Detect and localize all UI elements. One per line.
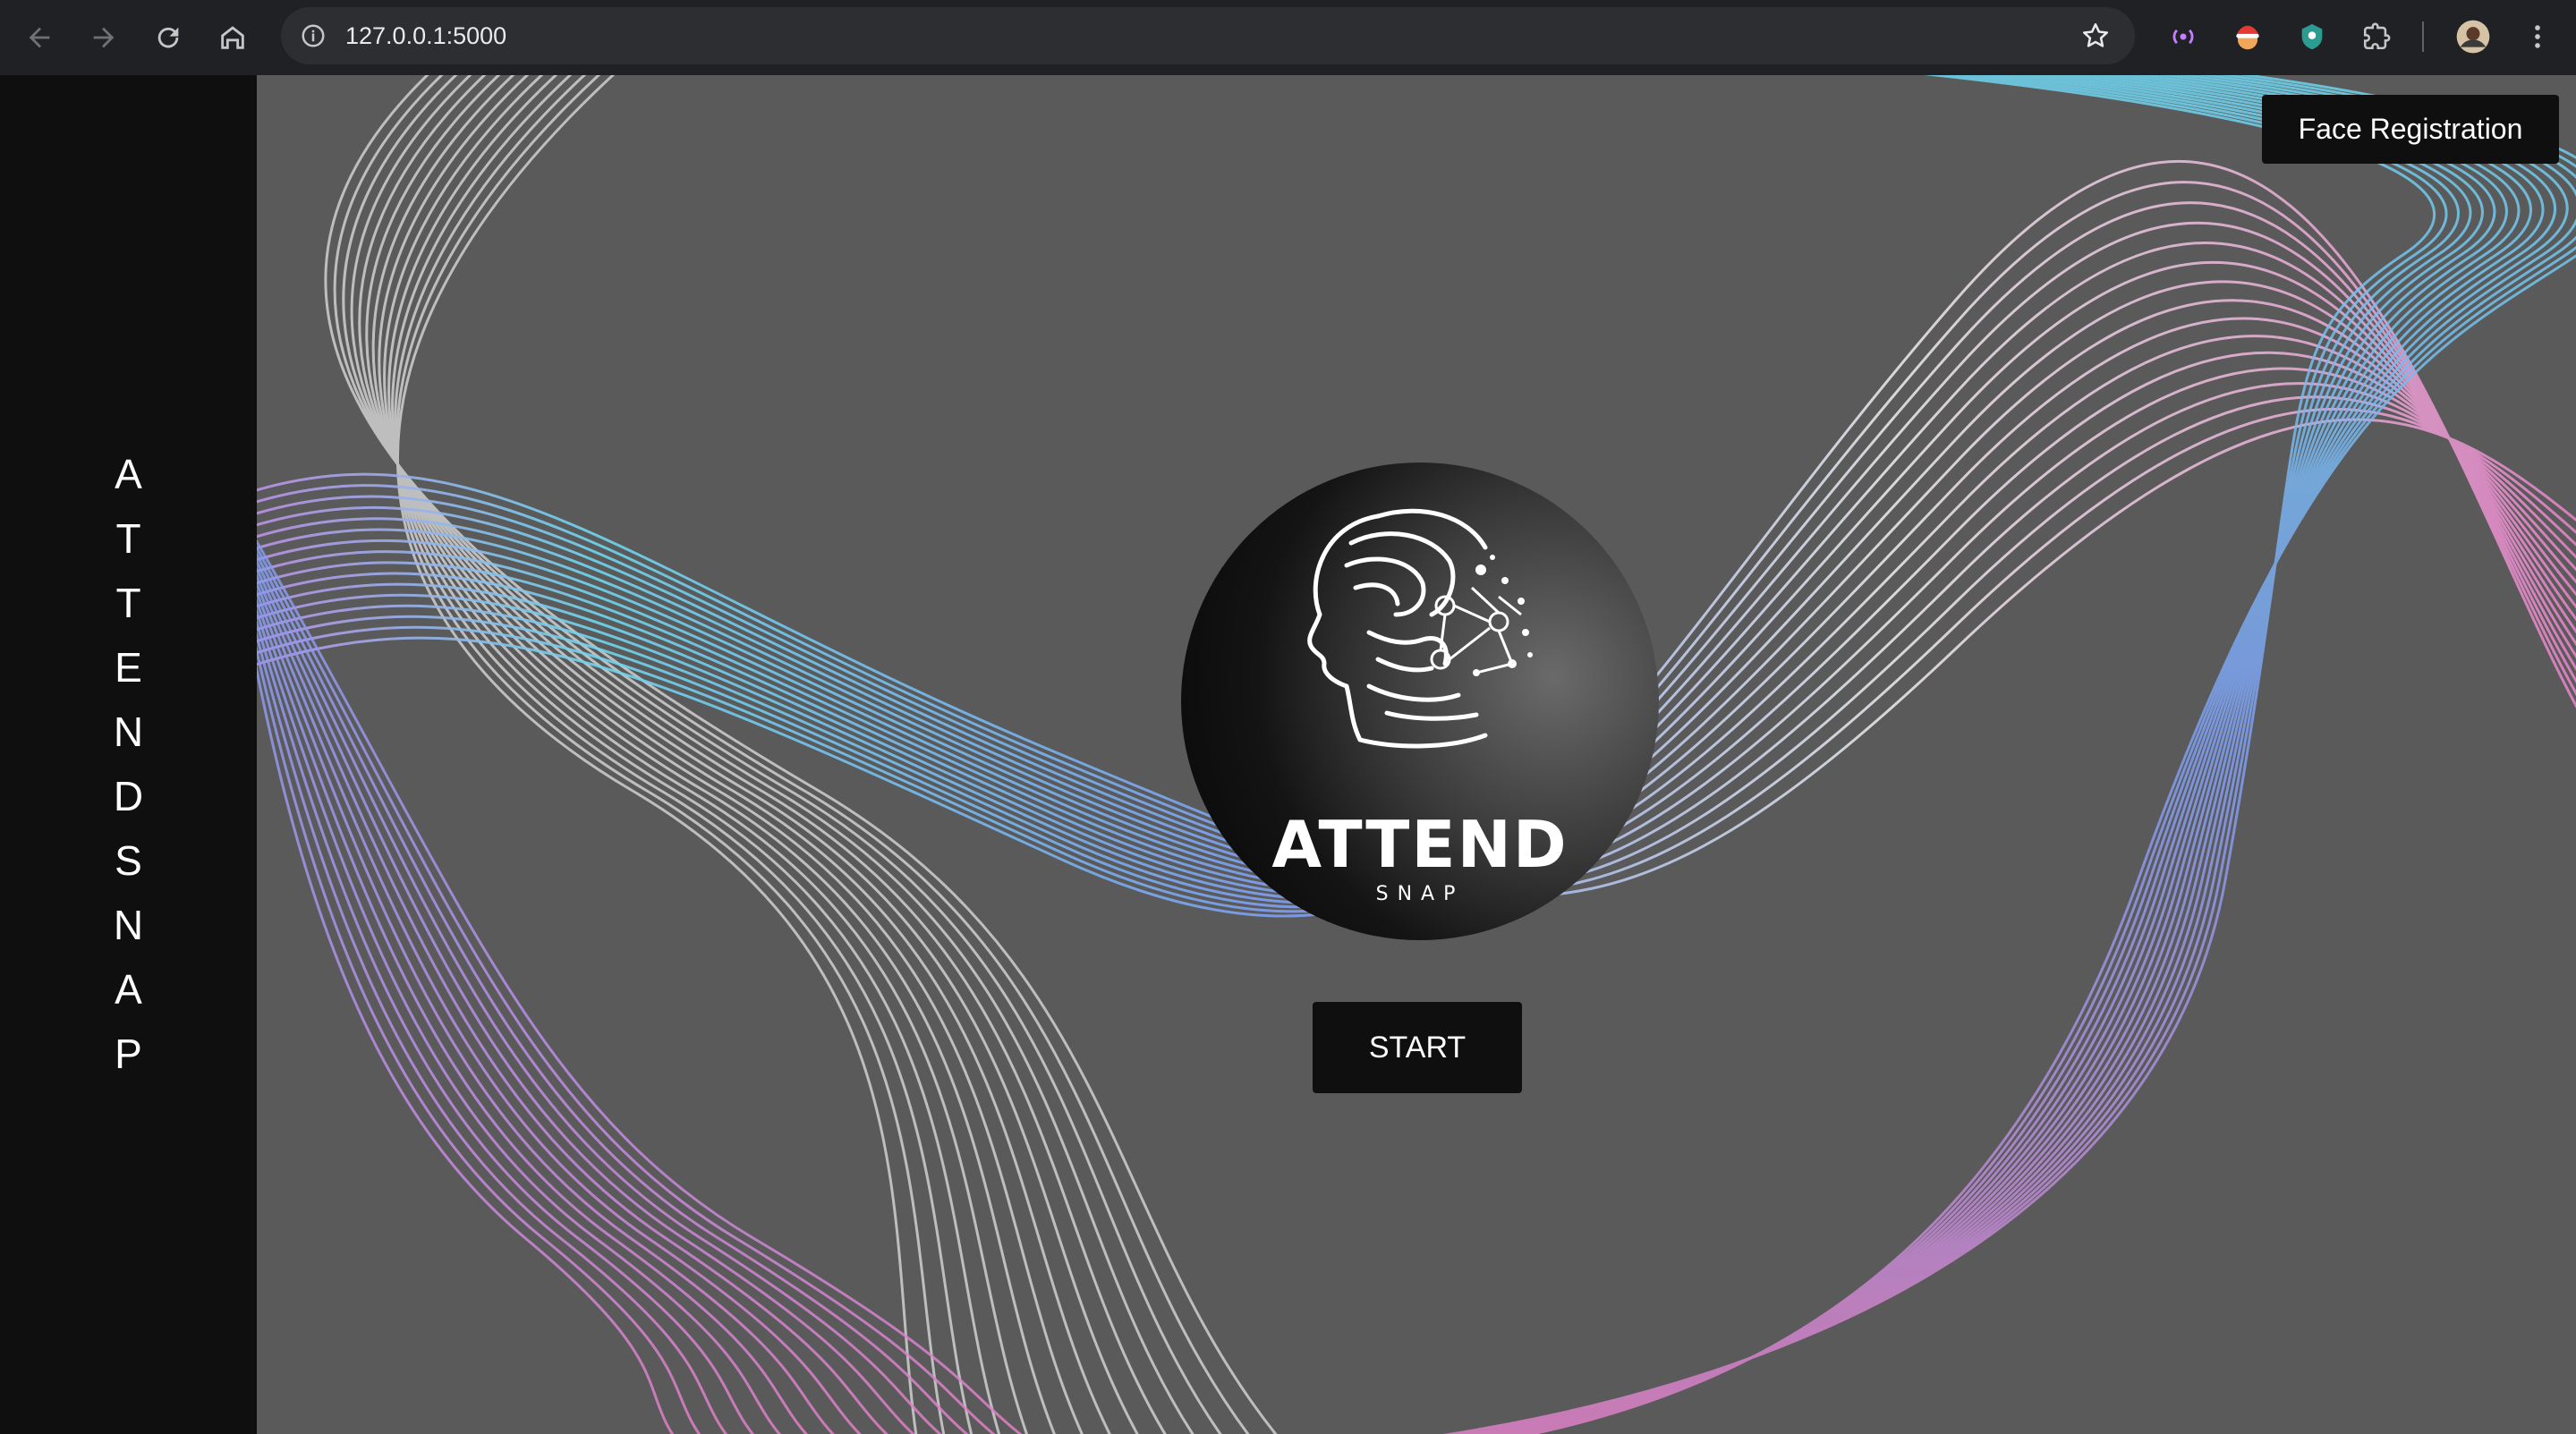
sidebar-letter: D <box>113 773 144 819</box>
sidebar-letter: T <box>115 515 141 562</box>
profile-button[interactable] <box>2452 15 2495 58</box>
extension-button-1[interactable] <box>2162 15 2205 58</box>
back-button[interactable] <box>14 13 64 63</box>
extension-button-2[interactable] <box>2226 15 2269 58</box>
forward-arrow-icon <box>93 27 115 48</box>
extension-button-3[interactable] <box>2291 15 2334 58</box>
wave-line <box>1503 75 2569 1434</box>
back-arrow-icon <box>29 27 50 48</box>
sidebar-letter: N <box>113 902 144 948</box>
url-text[interactable]: 127.0.0.1:5000 <box>345 7 506 64</box>
forward-button[interactable] <box>79 13 129 63</box>
toolbar-divider <box>2422 21 2424 52</box>
puzzle-icon <box>2363 22 2391 50</box>
wave-line <box>333 75 1250 1434</box>
wave-line <box>324 75 1278 1434</box>
extensions-button[interactable] <box>2355 15 2398 58</box>
sidebar-letter: E <box>115 644 142 691</box>
shield-extension-icon <box>2301 23 2323 50</box>
site-info-button[interactable] <box>293 16 333 55</box>
bookmark-button[interactable] <box>2078 18 2113 54</box>
reload-icon <box>157 27 179 48</box>
browser-toolbar: 127.0.0.1:5000 <box>0 0 2576 75</box>
wave-line <box>342 75 1222 1434</box>
start-button[interactable]: START <box>1313 1002 1522 1093</box>
sidebar-letter: S <box>115 837 142 884</box>
reload-button[interactable] <box>143 13 193 63</box>
sidebar-letter: A <box>115 451 142 497</box>
santa-extension-icon <box>2236 25 2259 50</box>
wave-line <box>358 75 1167 1434</box>
kebab-menu-icon <box>2535 25 2540 48</box>
wave-line <box>257 664 675 1434</box>
browser-menu-button[interactable] <box>2516 15 2559 58</box>
logo-subtitle: SNAP <box>1375 883 1465 905</box>
home-button[interactable] <box>208 13 258 63</box>
sidebar-letter: P <box>115 1031 142 1077</box>
sidebar-letter: N <box>113 709 144 755</box>
attendsnap-logo: ATTEND SNAP <box>1181 462 1659 940</box>
sidebar-brand-vertical: A T T E N D S N A P <box>0 442 257 1086</box>
site-info-icon <box>302 24 325 47</box>
main-content: Face Registration ATTEND SNAP START <box>257 75 2576 1434</box>
address-bar[interactable]: 127.0.0.1:5000 <box>281 7 2135 64</box>
ai-head-logo-icon <box>1307 508 1533 749</box>
wave-line <box>1470 75 2496 1434</box>
sidebar-letter: T <box>115 580 141 626</box>
sidebar: A T T E N D S N A P <box>0 75 257 1434</box>
home-icon <box>221 26 244 49</box>
avatar-icon <box>2456 20 2490 54</box>
wave-line <box>1492 75 2545 1434</box>
wave-line <box>257 589 835 1434</box>
broadcast-extension-icon <box>2172 29 2194 45</box>
wave-line <box>1475 75 2508 1434</box>
face-registration-button[interactable]: Face Registration <box>2262 95 2559 164</box>
wave-line <box>391 75 1001 1434</box>
logo-title: ATTEND <box>1271 807 1569 882</box>
star-icon <box>2082 22 2109 47</box>
sidebar-letter: A <box>115 966 142 1013</box>
